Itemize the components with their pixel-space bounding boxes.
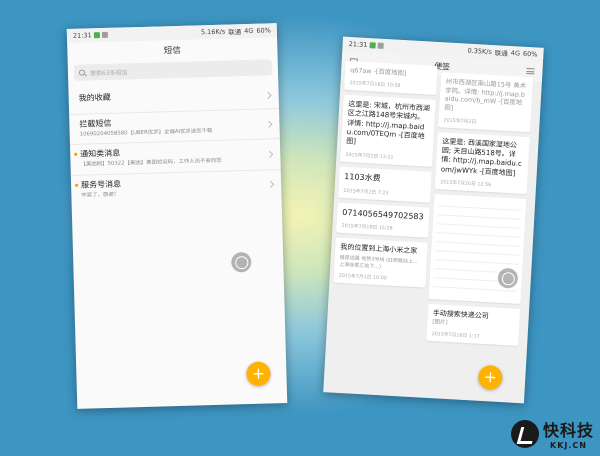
kkj-logo-icon — [510, 419, 539, 448]
signal-label: 4G — [244, 26, 254, 36]
note-date: 2015年7月2日 13:21 — [345, 152, 394, 161]
network-speed: 5.16K/s — [200, 27, 226, 37]
note-date: 2015年7月2日 — [443, 117, 477, 125]
chevron-right-icon — [266, 150, 274, 158]
signal-label: 4G — [510, 49, 521, 58]
unread-dot-icon — [74, 153, 78, 157]
note-card[interactable]: 州市西湖区南山路15号 美术学院。详情: http://j.map.baidu.… — [438, 72, 534, 132]
note-date: 2015年7月1日 10:00 — [338, 274, 387, 282]
battery-level: 60% — [522, 49, 538, 59]
note-date: 2015年7月18日 10:08 — [349, 80, 401, 89]
chevron-right-icon — [267, 181, 275, 189]
notification-icon — [93, 32, 100, 39]
carrier: 联通 — [494, 49, 508, 58]
notes-column: 州市西湖区南山路15号 美术学院。详情: http://j.map.baidu.… — [426, 72, 534, 351]
chevron-right-icon — [264, 91, 272, 99]
status-time: 21:31 — [348, 39, 368, 50]
search-input[interactable]: 搜索63条短信 — [73, 59, 273, 81]
site-watermark: 快科技 KKJ.CN — [510, 417, 594, 450]
notification-icon — [377, 42, 384, 49]
note-date: 2015年7月18日 1:17 — [431, 332, 480, 340]
note-card[interactable]: 这里是: 宋城，杭州市西湖区之江路148号宋城内。详情: http://j.ma… — [340, 94, 436, 167]
note-text: 1103水费 — [344, 171, 381, 183]
note-text: 这里是: 西溪国家湿地公园; 天目山路518号。详情: http://j.map… — [440, 136, 523, 178]
note-text: 州市西湖区南山路15号 美术学院。详情: http://j.map.baidu.… — [444, 77, 527, 112]
sms-folder-title: 我的收藏 — [78, 92, 111, 103]
search-placeholder: 搜索63条短信 — [89, 68, 128, 77]
compose-button[interactable]: + — [246, 361, 271, 387]
note-text: 这里是: 宋城，杭州市西湖区之江路148号宋城内。详情: http://j.ma… — [346, 99, 431, 146]
carrier: 联通 — [228, 28, 242, 37]
note-card[interactable]: 我的位置到上海小米之家 推荐线路 地铁3号线 (红桥路站上... 上海徐家汇站下… — [333, 237, 428, 289]
note-card[interactable]: q67aw -[百度地图] 2015年7月18日 10:08 — [344, 60, 438, 95]
watermark-cn: 快科技 — [542, 421, 594, 440]
note-card[interactable]: 07140565497025​83 2015年7月18日 15:26 — [336, 202, 430, 239]
watermark-en: KKJ.CN — [550, 441, 587, 450]
chevron-right-icon — [265, 120, 273, 128]
note-date: 2015年7月20日 12:56 — [439, 180, 492, 189]
list-view-icon[interactable] — [526, 67, 535, 75]
status-time: 21:31 — [72, 31, 92, 40]
note-card[interactable]: 1103水费 2015年7月2日 7:23 — [338, 166, 432, 203]
note-card-checklist[interactable] — [428, 194, 527, 305]
notification-icon — [369, 42, 376, 49]
network-speed: 0.35K/s — [467, 46, 493, 56]
note-text: q67aw -[百度地图] — [350, 66, 407, 78]
sms-folder-service[interactable]: 服务号消息 中奖了，感谢！ — [71, 170, 282, 205]
notes-grid: q67aw -[百度地图] 2015年7月18日 10:08 这里是: 宋城，杭… — [327, 60, 538, 403]
note-date: 2015年7月18日 15:26 — [341, 224, 393, 233]
notes-phone: 21:31 0.35K/s 联通 4G 60% 便签 q67aw -[百度地图]… — [323, 36, 544, 404]
sms-phone: 21:31 5.16K/s 联通 4G 60% 短信 搜索63条短信 我的收藏 … — [66, 23, 288, 409]
note-subtext: 推荐线路 地铁3号线 (红桥路站上... 上海徐家汇站下...) — [339, 254, 418, 270]
note-card[interactable]: 手动搜索快递公司 [图片] 2015年7月18日 1:17 — [426, 304, 521, 347]
search-icon — [78, 69, 86, 76]
assistive-touch-icon[interactable] — [231, 251, 252, 273]
unread-dot-icon — [75, 183, 79, 187]
notification-icon — [101, 31, 108, 39]
note-card[interactable]: 这里是: 西溪国家湿地公园; 天目山路518号。详情: http://j.map… — [434, 131, 530, 195]
battery-level: 60% — [256, 26, 271, 35]
note-text: 07140565497025​83 — [342, 207, 424, 222]
note-date: 2015年7月2日 7:23 — [343, 188, 389, 197]
notes-column: q67aw -[百度地图] 2015年7月18日 10:08 这里是: 宋城，杭… — [333, 60, 438, 293]
